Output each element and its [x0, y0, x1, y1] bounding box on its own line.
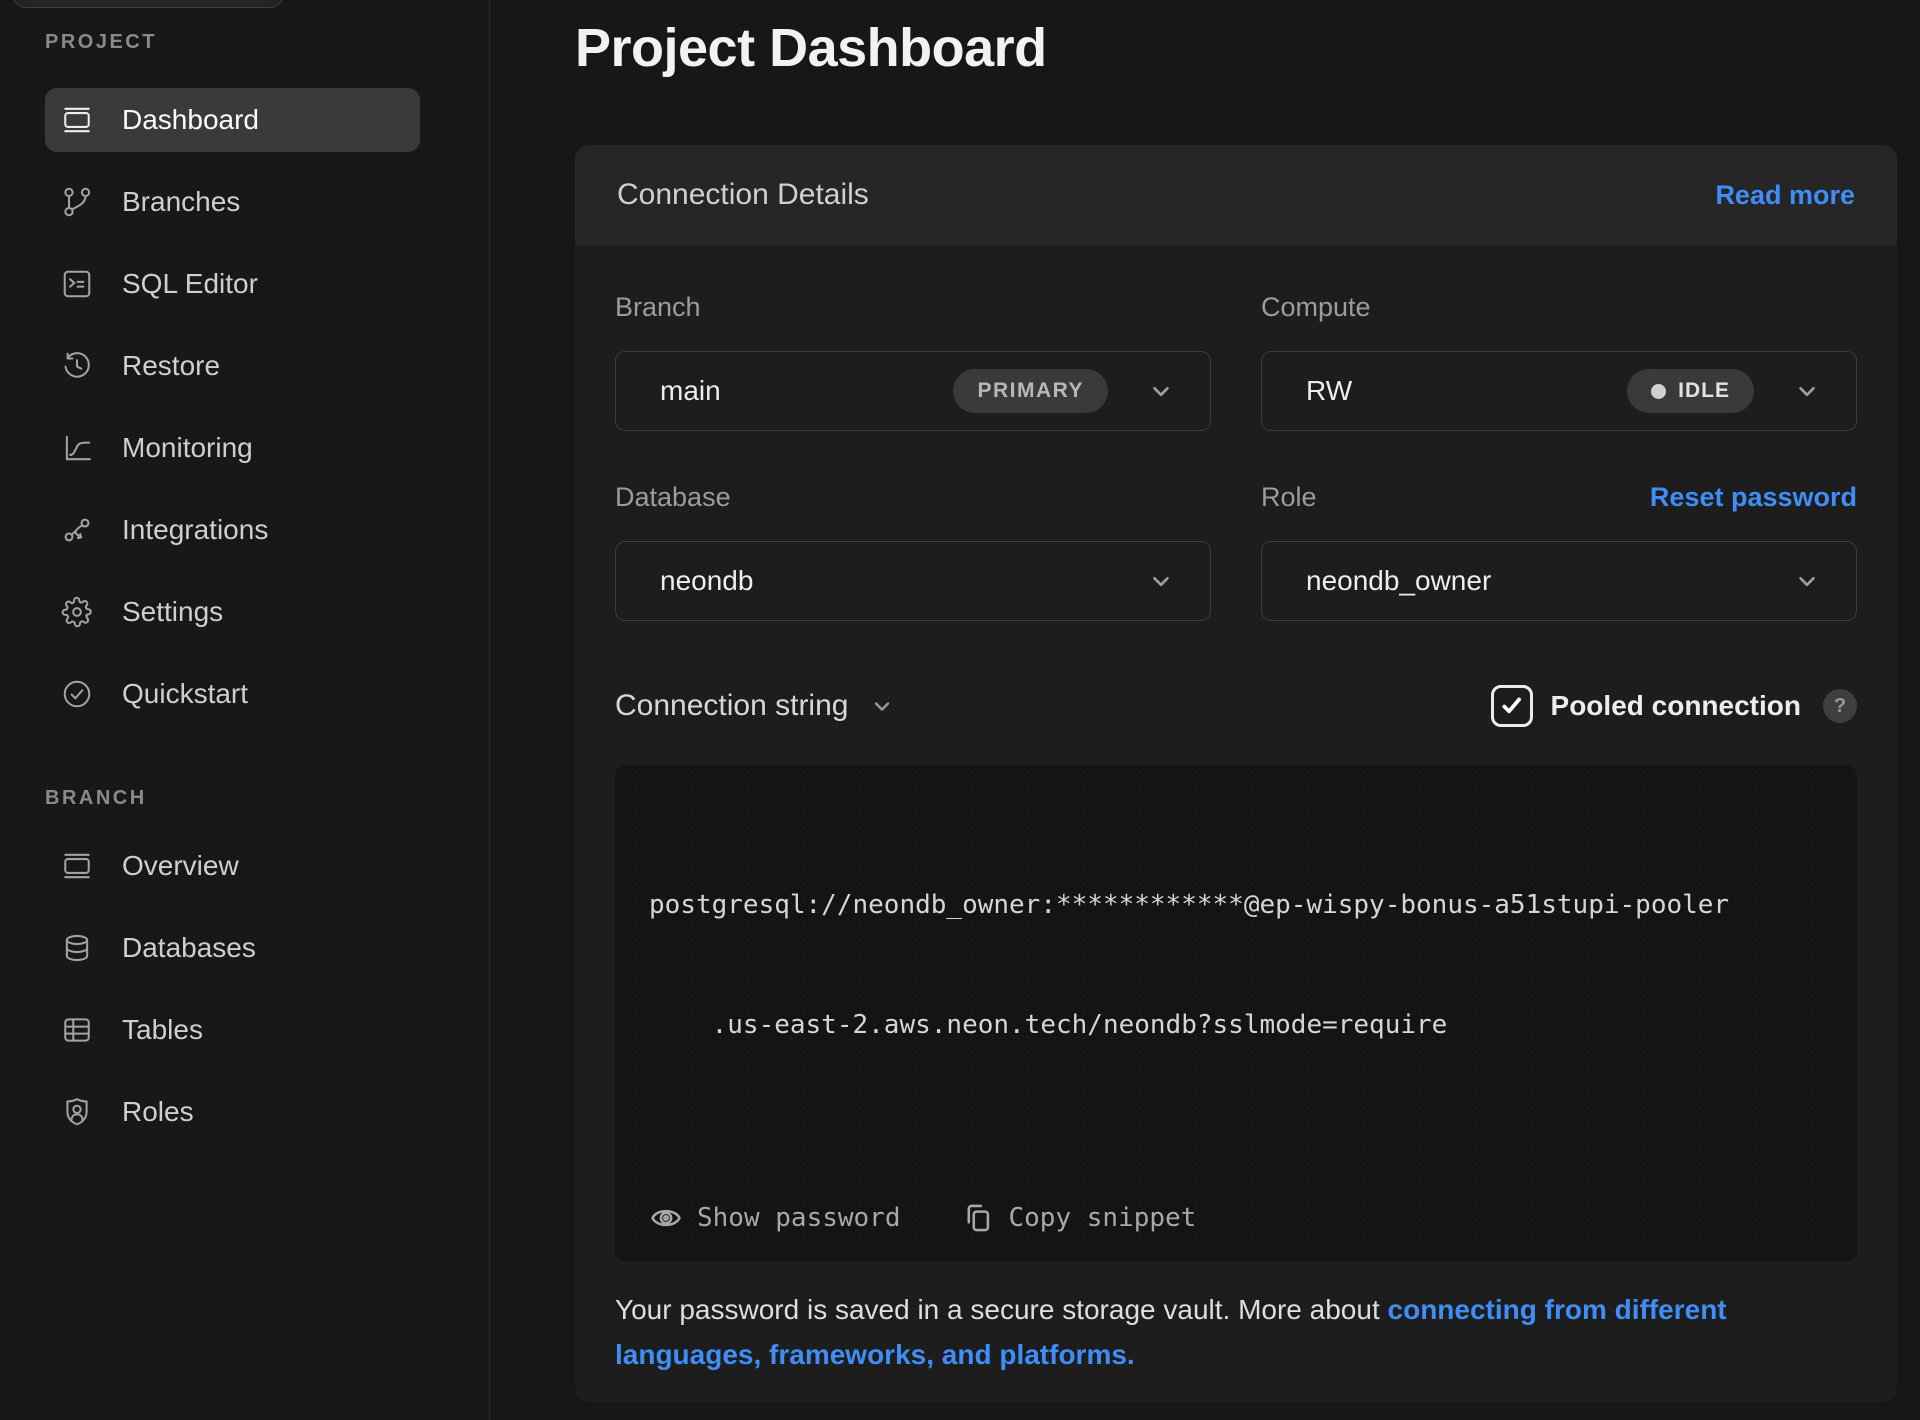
- role-label: Role: [1261, 482, 1317, 513]
- sidebar-item-label: Tables: [122, 1014, 203, 1046]
- sidebar-item-label: Dashboard: [122, 104, 259, 136]
- settings-icon: [60, 595, 94, 629]
- sql-editor-icon: [60, 267, 94, 301]
- restore-icon: [60, 349, 94, 383]
- sidebar-item-overview[interactable]: Overview: [45, 834, 420, 898]
- sidebar-item-label: Integrations: [122, 514, 268, 546]
- chevron-down-icon: [1148, 568, 1174, 594]
- sidebar-item-label: Roles: [122, 1096, 194, 1128]
- sidebar-item-label: Quickstart: [122, 678, 248, 710]
- sidebar-item-dashboard[interactable]: Dashboard: [45, 88, 420, 152]
- database-field: Database neondb: [615, 481, 1211, 621]
- roles-icon: [60, 1095, 94, 1129]
- sidebar-item-label: Monitoring: [122, 432, 253, 464]
- sidebar-item-label: Databases: [122, 932, 256, 964]
- chevron-down-icon: [870, 694, 894, 718]
- sidebar-item-restore[interactable]: Restore: [45, 334, 420, 398]
- pooled-connection-option: Pooled connection ?: [1491, 685, 1857, 727]
- help-icon[interactable]: ?: [1823, 689, 1857, 723]
- show-password-button[interactable]: Show password: [649, 1201, 901, 1235]
- branch-field: Branch main PRIMARY: [615, 291, 1211, 431]
- role-field: Role Reset password neondb_owner: [1261, 481, 1857, 621]
- branch-select[interactable]: main PRIMARY: [615, 351, 1211, 431]
- sidebar-item-label: Settings: [122, 596, 223, 628]
- database-select[interactable]: neondb: [615, 541, 1211, 621]
- sidebar: PROJECT Dashboard Branches SQL Editor Restor…: [0, 0, 490, 1420]
- copy-icon: [961, 1201, 995, 1235]
- sidebar-item-branches[interactable]: Branches: [45, 170, 420, 234]
- connection-string-row: Connection string Pooled connection ?: [615, 685, 1857, 727]
- chevron-down-icon: [1794, 378, 1820, 404]
- database-role-row: Database neondb Role Reset password: [615, 481, 1857, 621]
- branch-label: Branch: [615, 292, 701, 323]
- eye-icon: [649, 1201, 683, 1235]
- main-content: Project Dashboard Connection Details Rea…: [490, 0, 1920, 1420]
- sidebar-item-sql-editor[interactable]: SQL Editor: [45, 252, 420, 316]
- sidebar-section-heading: BRANCH: [45, 786, 464, 810]
- sidebar-item-label: Overview: [122, 850, 239, 882]
- connection-details-header: Connection Details Read more: [575, 145, 1897, 245]
- compute-label: Compute: [1261, 292, 1371, 323]
- reset-password-link[interactable]: Reset password: [1650, 482, 1857, 513]
- status-dot-icon: [1651, 384, 1666, 399]
- pooled-connection-checkbox[interactable]: [1491, 685, 1533, 727]
- sidebar-item-integrations[interactable]: Integrations: [45, 498, 420, 562]
- branch-compute-row: Branch main PRIMARY Compute: [615, 291, 1857, 431]
- sidebar-item-label: Restore: [122, 350, 220, 382]
- connection-string-text: postgresql://neondb_owner:************@e…: [615, 765, 1857, 1125]
- compute-field: Compute RW IDLE: [1261, 291, 1857, 431]
- sidebar-item-label: Branches: [122, 186, 240, 218]
- code-actions: Show password Copy snippet: [649, 1201, 1196, 1235]
- branches-icon: [60, 185, 94, 219]
- database-label: Database: [615, 482, 731, 513]
- sidebar-item-settings[interactable]: Settings: [45, 580, 420, 644]
- databases-icon: [60, 931, 94, 965]
- idle-status-badge: IDLE: [1627, 369, 1754, 413]
- project-switcher-remnant[interactable]: [12, 0, 284, 8]
- overview-icon: [60, 849, 94, 883]
- sidebar-item-label: SQL Editor: [122, 268, 258, 300]
- card-title: Connection Details: [617, 178, 869, 212]
- copy-snippet-button[interactable]: Copy snippet: [961, 1201, 1197, 1235]
- primary-badge: PRIMARY: [953, 369, 1108, 413]
- sidebar-item-roles[interactable]: Roles: [45, 1080, 420, 1144]
- role-select[interactable]: neondb_owner: [1261, 541, 1857, 621]
- connection-string-dropdown[interactable]: Connection string: [615, 689, 894, 723]
- page-title: Project Dashboard: [575, 16, 1920, 80]
- sidebar-item-quickstart[interactable]: Quickstart: [45, 662, 420, 726]
- chevron-down-icon: [1148, 378, 1174, 404]
- tables-icon: [60, 1013, 94, 1047]
- connection-string-block[interactable]: postgresql://neondb_owner:************@e…: [615, 765, 1857, 1261]
- sidebar-nav: PROJECT Dashboard Branches SQL Editor Restor…: [45, 30, 464, 1144]
- read-more-link[interactable]: Read more: [1715, 180, 1855, 211]
- dashboard-icon: [60, 103, 94, 137]
- monitoring-icon: [60, 431, 94, 465]
- password-vault-note: Your password is saved in a secure stora…: [615, 1287, 1815, 1377]
- pooled-connection-label: Pooled connection: [1551, 690, 1801, 722]
- sidebar-item-monitoring[interactable]: Monitoring: [45, 416, 420, 480]
- compute-select[interactable]: RW IDLE: [1261, 351, 1857, 431]
- sidebar-item-databases[interactable]: Databases: [45, 916, 420, 980]
- sidebar-section-heading: PROJECT: [45, 30, 464, 54]
- chevron-down-icon: [1794, 568, 1820, 594]
- connection-details-body: Branch main PRIMARY Compute: [575, 245, 1897, 1377]
- connection-details-card: Connection Details Read more Branch main…: [575, 145, 1897, 1402]
- integrations-icon: [60, 513, 94, 547]
- sidebar-item-tables[interactable]: Tables: [45, 998, 420, 1062]
- quickstart-icon: [60, 677, 94, 711]
